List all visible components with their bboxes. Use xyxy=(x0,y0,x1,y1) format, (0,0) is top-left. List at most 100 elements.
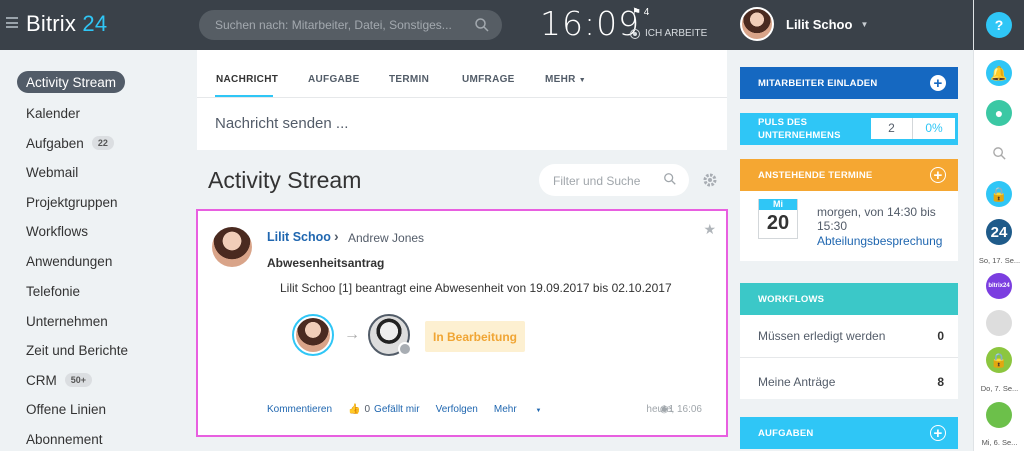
event-card[interactable]: Mi 20 morgen, von 14:30 bis 15:30 Abteilu… xyxy=(740,191,958,261)
lock-icon[interactable]: 🔒 xyxy=(986,347,1012,373)
arrow-right-icon: → xyxy=(344,326,360,343)
message-input[interactable]: Nachricht senden ... xyxy=(215,115,348,132)
event-day: 20 xyxy=(766,212,790,234)
like-count: 0 xyxy=(364,404,371,415)
lock-icon[interactable]: 🔒 xyxy=(986,181,1012,207)
sidebar-item-telefonie[interactable]: Telefonie xyxy=(17,280,89,302)
menu-icon[interactable] xyxy=(6,17,18,28)
chevron-down-icon: ▼ xyxy=(860,19,869,29)
post-author-link[interactable]: Lilit Schoo xyxy=(267,230,331,244)
divider xyxy=(197,97,727,98)
flag-icon: ⚑ xyxy=(632,7,641,18)
filter-search-input[interactable]: Filter und Suche xyxy=(539,164,689,196)
follow-button[interactable]: Verfolgen xyxy=(436,404,478,415)
flag-counter[interactable]: ⚑ 4 xyxy=(632,7,649,18)
tab-termin[interactable]: TERMIN xyxy=(389,74,429,85)
help-icon[interactable]: ? xyxy=(986,12,1012,38)
sidebar-item-crm[interactable]: CRM 50+ xyxy=(17,369,101,391)
plus-icon[interactable]: + xyxy=(930,425,946,441)
more-button[interactable]: Mehr ▼ xyxy=(494,404,558,415)
sidebar-item-unternehmen[interactable]: Unternehmen xyxy=(17,310,117,332)
logo[interactable]: Bitrix 24 xyxy=(26,11,107,37)
event-time-line: morgen, von 14:30 bis xyxy=(817,205,936,219)
event-time-line: 15:30 xyxy=(817,219,848,233)
top-bar: Bitrix 24 Suchen nach: Mitarbeiter, Date… xyxy=(0,0,973,50)
tab-nachricht[interactable]: NACHRICHT xyxy=(216,74,278,85)
star-icon[interactable]: ★ xyxy=(703,221,716,238)
sidebar-item-label: Telefonie xyxy=(26,283,81,299)
chevron-down-icon: ▼ xyxy=(535,408,542,414)
author-avatar[interactable] xyxy=(212,227,252,267)
sidebar-item-offene-linien[interactable]: Offene Linien xyxy=(17,398,115,420)
count-badge: 50+ xyxy=(64,373,93,387)
event-link[interactable]: Abteilungsbesprechung xyxy=(817,234,942,248)
post-actions: Kommentieren 👍 0 Gefällt mir Verfolgen M… xyxy=(267,404,573,415)
flag-count: 4 xyxy=(643,7,650,18)
workflow-label: Müssen erledigt werden xyxy=(758,329,886,343)
bitrix24-chat-icon[interactable]: 24 xyxy=(986,219,1012,245)
comment-button[interactable]: Kommentieren xyxy=(267,404,332,415)
filter-placeholder: Filter und Suche xyxy=(553,174,641,188)
sidebar-item-activity-stream[interactable]: Activity Stream xyxy=(17,71,126,93)
search-input[interactable]: Suchen nach: Mitarbeiter, Datei, Sonstig… xyxy=(199,10,502,40)
sidebar-item-label: Kalender xyxy=(26,105,81,121)
chat-avatar-icon[interactable] xyxy=(986,402,1012,428)
post-title: Abwesenheitsantrag xyxy=(267,256,385,270)
like-button[interactable]: Gefällt mir xyxy=(374,404,420,415)
right-bar-top: ? xyxy=(974,0,1024,50)
sidebar-item-zeit-und-berichte[interactable]: Zeit und Berichte xyxy=(17,339,137,361)
plus-icon: + xyxy=(930,75,946,91)
sidebar-item-label: Unternehmen xyxy=(26,313,108,329)
count-badge: 22 xyxy=(91,136,114,150)
sidebar-item-label: Projektgruppen xyxy=(26,194,118,210)
tasks-title: AUFGABEN xyxy=(758,427,814,439)
clock[interactable]: 16:09 xyxy=(540,4,640,43)
tab-umfrage[interactable]: UMFRAGE xyxy=(462,74,515,85)
sidebar-item-kalender[interactable]: Kalender xyxy=(17,102,89,124)
sidebar-item-abonnement[interactable]: Abonnement xyxy=(17,428,112,450)
clock-icon xyxy=(398,342,412,356)
chat-date: Do, 7. Se... xyxy=(980,384,1019,393)
search-icon[interactable] xyxy=(474,17,490,33)
post-recipient[interactable]: Andrew Jones xyxy=(348,231,424,245)
upcoming-events-header: ANSTEHENDE TERMINE + xyxy=(740,159,958,191)
sidebar-item-aufgaben[interactable]: Aufgaben 22 xyxy=(17,132,123,154)
pulse-label: UNTERNEHMENS xyxy=(758,130,841,141)
sidebar-item-anwendungen[interactable]: Anwendungen xyxy=(17,250,121,272)
chat-icon[interactable]: ● xyxy=(986,100,1012,126)
search-icon[interactable] xyxy=(992,146,1007,161)
workflows-card: Müssen erledigt werden 0 Meine Anträge 8 xyxy=(740,315,958,399)
user-menu[interactable]: Lilit Schoo ▼ xyxy=(740,7,868,41)
sidebar-item-label: Workflows xyxy=(26,223,89,239)
post-composer: NACHRICHT AUFGABE TERMIN UMFRAGE MEHR ▼ … xyxy=(197,50,727,150)
sidebar-item-label: Offene Linien xyxy=(26,401,107,417)
workflow-row[interactable]: Müssen erledigt werden 0 xyxy=(758,329,944,343)
chevron-down-icon: ▼ xyxy=(578,77,586,84)
gear-icon[interactable] xyxy=(702,172,718,188)
workflow-row[interactable]: Meine Anträge 8 xyxy=(758,375,944,389)
sidebar-item-workflows[interactable]: Workflows xyxy=(17,220,97,242)
notification-bell-icon[interactable]: 🔔 xyxy=(986,60,1012,86)
workflows-title: WORKFLOWS xyxy=(758,293,825,305)
sidebar-item-webmail[interactable]: Webmail xyxy=(17,161,87,183)
tab-mehr[interactable]: MEHR ▼ xyxy=(545,74,586,85)
work-status[interactable]: ICH ARBEITE xyxy=(630,28,707,39)
invite-label: MITARBEITER EINLADEN xyxy=(758,77,878,89)
workflow-count: 8 xyxy=(937,375,944,389)
tab-aufgabe[interactable]: AUFGABE xyxy=(308,74,360,85)
invite-employees-button[interactable]: MITARBEITER EINLADEN + xyxy=(740,67,958,99)
approver-avatar[interactable] xyxy=(368,314,412,356)
pulse-value: 2 xyxy=(871,118,913,139)
thumbs-up-icon: 👍 xyxy=(348,404,361,415)
sidebar-item-projektgruppen[interactable]: Projektgruppen xyxy=(17,191,127,213)
workflow-count: 0 xyxy=(937,329,944,343)
chat-avatar-icon[interactable]: bitrix24 xyxy=(986,273,1012,299)
plus-icon[interactable]: + xyxy=(930,167,946,183)
user-name: Lilit Schoo xyxy=(786,16,853,32)
search-icon[interactable] xyxy=(663,172,677,186)
chat-avatar-icon[interactable] xyxy=(986,310,1012,336)
sidebar-item-label: CRM xyxy=(26,372,57,388)
work-status-label: ICH ARBEITE xyxy=(645,28,708,39)
requester-avatar[interactable] xyxy=(292,314,334,356)
event-weekday: Mi xyxy=(759,199,797,210)
